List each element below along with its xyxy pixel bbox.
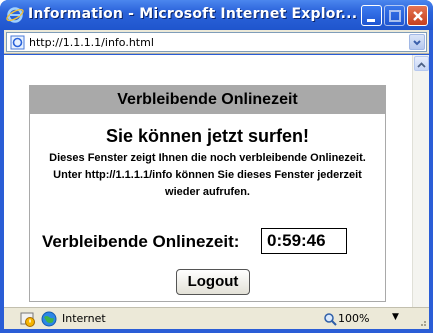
panel-title: Verbleibende Onlinezeit [30, 86, 385, 114]
surf-headline: Sie können jetzt surfen! [105, 126, 310, 146]
resize-grip-icon[interactable] [417, 317, 427, 327]
chevron-down-icon [413, 40, 421, 46]
zoom-dropdown-icon[interactable]: ▼ [392, 312, 399, 322]
close-button[interactable] [407, 5, 428, 26]
address-bar: http://1.1.1.1/info.html [4, 30, 429, 54]
close-icon [413, 11, 423, 21]
time-label: Verbleibende Onlinezeit: [42, 232, 240, 251]
browser-window: Information - Microsoft Internet Explor.… [0, 0, 433, 333]
security-zone: Internet [62, 312, 106, 325]
logout-button[interactable]: Logout [176, 269, 250, 295]
address-field[interactable]: http://1.1.1.1/info.html [6, 32, 427, 52]
title-bar[interactable]: Information - Microsoft Internet Explor.… [0, 0, 433, 30]
zoom-level[interactable]: 100% [338, 312, 369, 325]
maximize-icon [389, 10, 401, 22]
address-url[interactable]: http://1.1.1.1/info.html [29, 36, 154, 49]
page-content: Verbleibende Onlinezeit Sie können jetzt… [4, 55, 429, 307]
warning-icon [20, 312, 35, 327]
scroll-up-button[interactable] [414, 56, 429, 71]
status-bar: Internet 100% ▼ [4, 307, 429, 329]
address-dropdown-button[interactable] [409, 34, 425, 50]
maximize-button[interactable] [384, 5, 405, 26]
ie-page-icon [10, 35, 25, 50]
remaining-time-value: 0:59:46 [261, 228, 347, 254]
vertical-scrollbar[interactable] [412, 55, 429, 307]
info-text: Dieses Fenster zeigt Ihnen die noch verb… [49, 152, 366, 198]
minimize-button[interactable] [361, 5, 382, 26]
chevron-up-icon [417, 62, 426, 68]
globe-icon [41, 311, 57, 327]
zoom-icon[interactable] [322, 311, 338, 327]
ie-logo-icon [6, 7, 24, 23]
minimize-icon [367, 19, 375, 22]
window-title: Information - Microsoft Internet Explor.… [28, 6, 358, 22]
online-time-panel: Verbleibende Onlinezeit Sie können jetzt… [29, 85, 386, 302]
